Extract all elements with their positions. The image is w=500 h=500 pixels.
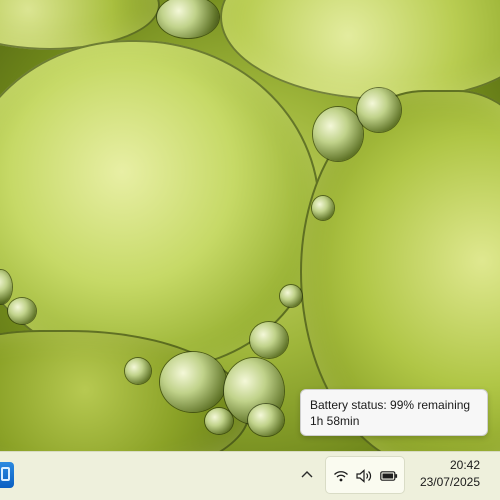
battery-icon — [379, 466, 399, 486]
speaker-icon — [355, 466, 375, 486]
wallpaper-droplet — [160, 352, 226, 412]
battery-tooltip-time: 1h 58min — [310, 414, 360, 428]
desktop: Battery status: 99% remaining 1h 58min 2… — [0, 0, 500, 500]
battery-tooltip-status: Battery status: 99% remaining — [310, 398, 471, 412]
start-button[interactable] — [0, 462, 14, 488]
wallpaper-droplet — [248, 404, 284, 436]
wallpaper-bubble — [0, 40, 320, 370]
wallpaper-droplet — [357, 88, 401, 132]
wallpaper-droplet — [313, 107, 363, 161]
taskbar-clock[interactable]: 20:42 23/07/2025 — [410, 457, 496, 493]
chevron-up-icon — [301, 471, 313, 478]
wallpaper-droplet — [312, 196, 334, 220]
battery-tooltip: Battery status: 99% remaining 1h 58min — [300, 389, 488, 436]
wallpaper-droplet — [280, 285, 302, 307]
wallpaper-droplet — [125, 358, 151, 384]
windows-icon — [1, 467, 10, 481]
wifi-icon — [331, 466, 351, 486]
wallpaper-droplet — [205, 408, 233, 434]
show-hidden-icons-button[interactable] — [297, 462, 317, 486]
clock-date: 23/07/2025 — [419, 475, 480, 489]
clock-time: 20:42 — [449, 458, 480, 472]
wallpaper-droplet — [157, 0, 219, 38]
wallpaper-droplet — [8, 298, 36, 324]
wallpaper-droplet — [250, 322, 288, 358]
quick-settings-button[interactable] — [325, 456, 405, 494]
